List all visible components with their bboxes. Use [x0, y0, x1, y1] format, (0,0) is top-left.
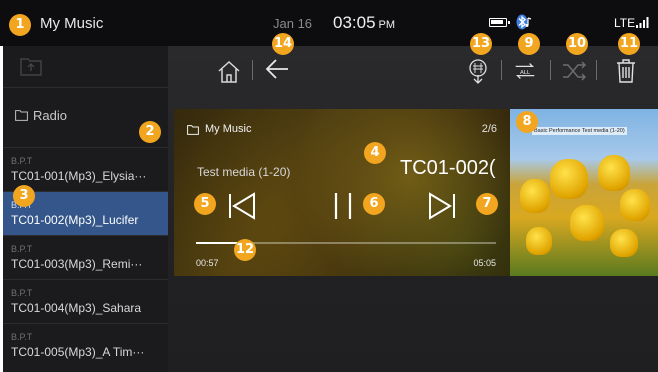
repeat-mode-label: ALL: [520, 70, 531, 76]
signal-strength-icon: [636, 17, 649, 28]
previous-track-icon[interactable]: [224, 189, 258, 223]
track-title: TC01-005(Mp3)_A Tim···: [11, 345, 145, 359]
elapsed-time: 00:57: [196, 258, 219, 268]
annotation-badge: 11: [618, 33, 640, 55]
annotation-badge: 12: [234, 239, 256, 261]
repeat-all-icon[interactable]: ALL: [512, 58, 538, 84]
album-art: Basic Performance Test media (1-20): [510, 109, 658, 276]
toolbar-divider: [596, 60, 597, 80]
bluetooth-audio-icon: [516, 14, 532, 30]
time-value: 03:05: [333, 13, 376, 32]
track-artist: B.P.T: [11, 332, 33, 342]
time-ampm: PM: [378, 19, 396, 31]
track-title: TC01-002(Mp3)_Lucifer: [11, 213, 139, 227]
folder-up-icon[interactable]: [20, 56, 42, 76]
annotation-badge: 6: [363, 193, 385, 215]
media-name: Test media (1-20): [197, 165, 291, 179]
pause-icon[interactable]: [326, 189, 360, 223]
trash-icon[interactable]: [613, 58, 639, 84]
track-list-item[interactable]: B.P.T TC01-003(Mp3)_Remi···: [3, 236, 168, 280]
annotation-badge: 3: [13, 185, 35, 207]
annotation-badge: 10: [566, 33, 588, 55]
status-time: 03:05 PM: [333, 13, 395, 33]
track-list-item[interactable]: B.P.T TC01-005(Mp3)_A Tim···: [3, 324, 168, 368]
sidebar-header: [3, 46, 168, 88]
shuffle-icon[interactable]: [561, 58, 587, 84]
annotation-badge: 8: [516, 111, 538, 133]
music-search-icon[interactable]: [465, 58, 491, 84]
sidebar: Radio B.P.T TC01-001(Mp3)_Elysia··· B.P.…: [0, 46, 168, 372]
app-title: My Music: [40, 15, 104, 32]
track-title: TC01-003(Mp3)_Remi···: [11, 257, 143, 271]
track-artist: B.P.T: [11, 244, 33, 254]
toolbar-divider: [550, 60, 551, 80]
track-title: TC01-004(Mp3)_Sahara: [11, 301, 142, 315]
total-time: 05:05: [473, 258, 496, 268]
now-playing-card: My Music 2/6 Test media (1-20) TC01-002(…: [174, 109, 510, 276]
annotation-badge: 4: [364, 142, 386, 164]
next-track-icon[interactable]: [426, 189, 460, 223]
annotation-badge: 9: [518, 33, 540, 55]
annotation-badge: 2: [139, 121, 161, 143]
network-type: LTE: [614, 16, 636, 30]
annotation-badge: 1: [9, 14, 31, 36]
annotation-badge: 5: [194, 193, 216, 215]
annotation-badge: 14: [272, 33, 294, 55]
annotation-badge: 7: [476, 193, 498, 215]
annotation-badge: 13: [470, 33, 492, 55]
track-artist: B.P.T: [11, 288, 33, 298]
status-bar: My Music Jan 16 03:05 PM LTE: [0, 0, 658, 46]
album-caption: Basic Performance Test media (1-20): [532, 127, 627, 135]
sidebar-item-label: Radio: [33, 108, 67, 123]
toolbar-divider: [252, 60, 253, 80]
toolbar-divider: [501, 60, 502, 80]
back-icon[interactable]: [264, 56, 290, 82]
home-icon[interactable]: [216, 59, 242, 85]
folder-icon: [187, 125, 199, 135]
status-date: Jan 16: [273, 16, 313, 31]
current-folder: My Music: [205, 123, 252, 135]
battery-icon: [489, 18, 510, 27]
folder-icon: [15, 110, 28, 121]
track-title: TC01-001(Mp3)_Elysia···: [11, 169, 147, 183]
track-index: 2/6: [481, 123, 497, 135]
track-artist: B.P.T: [11, 156, 33, 166]
track-list-item[interactable]: B.P.T TC01-004(Mp3)_Sahara: [3, 280, 168, 324]
now-playing-title: TC01-002(: [400, 157, 496, 179]
